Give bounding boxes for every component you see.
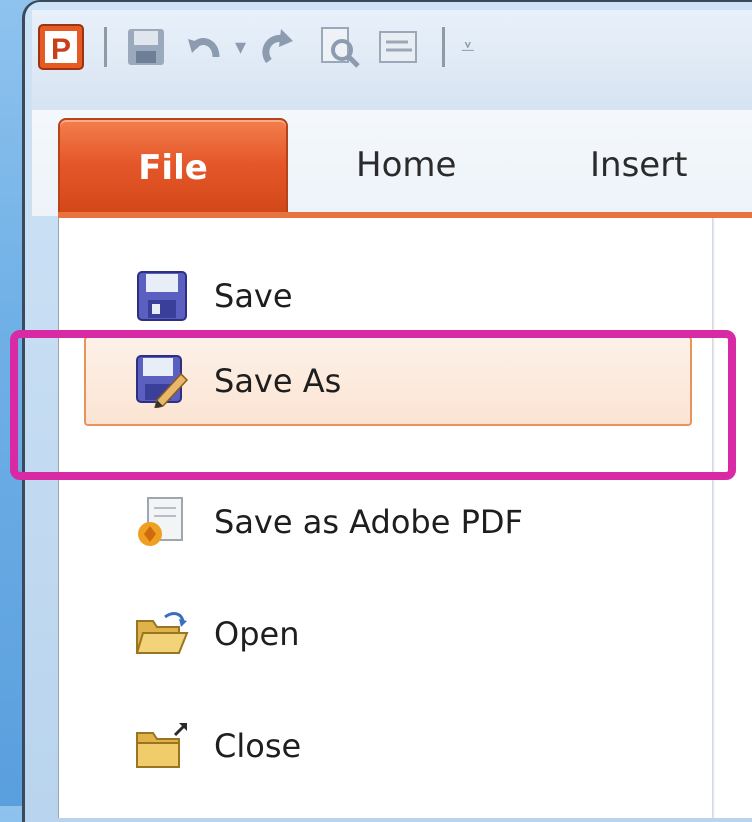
menu-item-close[interactable]: Close bbox=[84, 710, 688, 782]
qat-separator-2 bbox=[442, 27, 446, 67]
quick-access-buttons: P ▾ ⩡ bbox=[38, 24, 475, 70]
menu-item-open[interactable]: Open bbox=[84, 598, 688, 670]
menu-item-label: Open bbox=[214, 615, 300, 653]
menu-item-label: Save as Adobe PDF bbox=[214, 503, 523, 541]
tab-insert[interactable]: Insert bbox=[590, 130, 688, 200]
tab-home[interactable]: Home bbox=[356, 130, 456, 200]
menu-item-label: Close bbox=[214, 727, 302, 765]
qat-redo-icon[interactable] bbox=[256, 24, 302, 70]
qat-spelling-icon[interactable] bbox=[376, 24, 422, 70]
menu-item-save-as-adobe-pdf[interactable]: Save as Adobe PDF bbox=[84, 486, 688, 558]
app-icon-letter: P bbox=[51, 33, 71, 66]
open-folder-icon bbox=[134, 606, 190, 662]
close-folder-icon bbox=[134, 718, 190, 774]
annotation-highlight-box bbox=[10, 330, 736, 480]
adobe-pdf-icon bbox=[134, 494, 190, 550]
qat-save-icon[interactable] bbox=[123, 24, 169, 70]
qat-undo-icon[interactable] bbox=[183, 24, 229, 70]
qat-separator bbox=[104, 27, 107, 67]
menu-item-label: Save bbox=[214, 277, 293, 315]
undo-dropdown-arrow[interactable]: ▾ bbox=[235, 35, 246, 60]
backstage-content-pane bbox=[715, 218, 752, 818]
customize-qat-icon[interactable]: ⩡ bbox=[461, 33, 475, 61]
save-icon bbox=[134, 268, 190, 324]
menu-item-save[interactable]: Save bbox=[84, 260, 688, 332]
tab-file[interactable]: File bbox=[58, 118, 288, 216]
powerpoint-app-icon[interactable]: P bbox=[38, 24, 84, 70]
qat-print-preview-icon[interactable] bbox=[316, 24, 362, 70]
